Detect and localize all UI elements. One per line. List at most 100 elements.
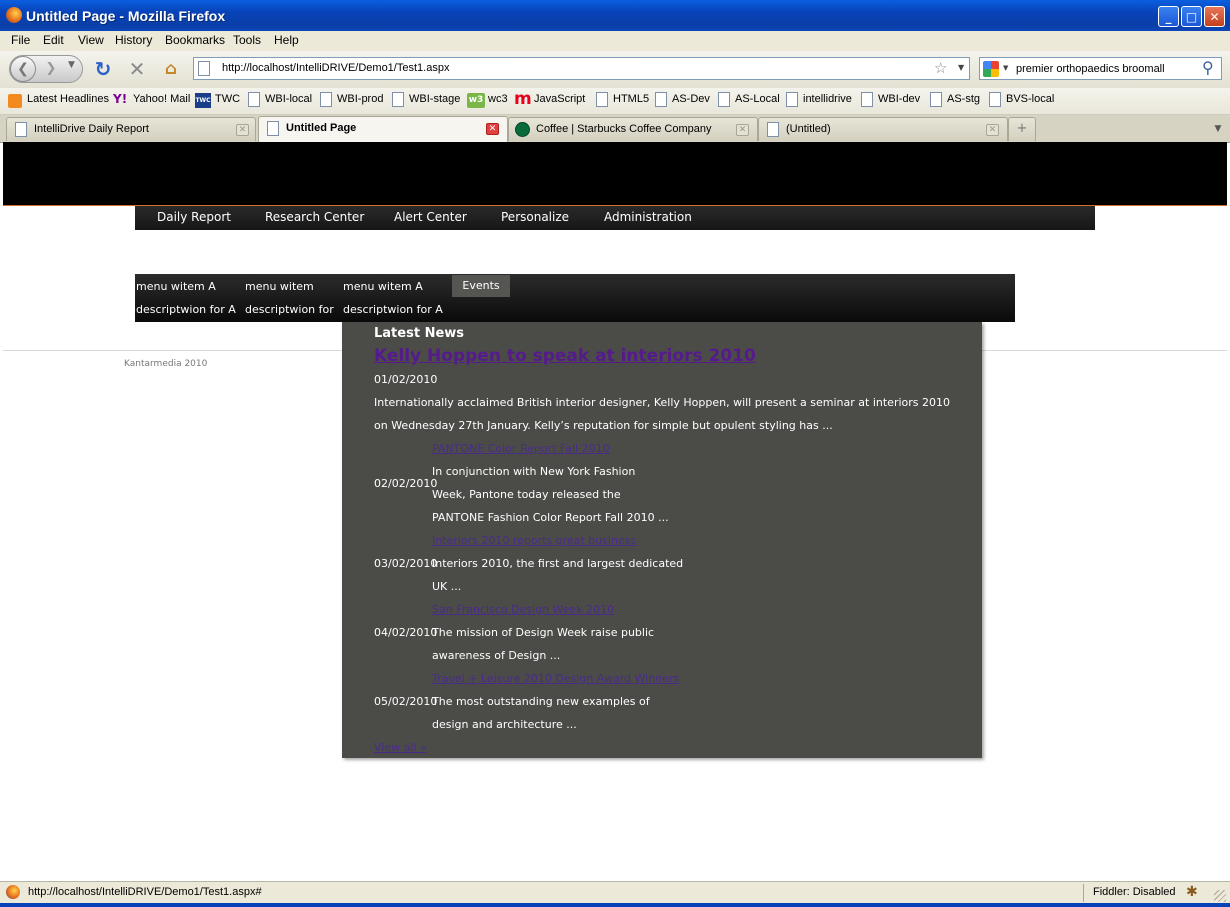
page-icon: [198, 61, 210, 76]
bookmark-html5[interactable]: HTML5: [613, 93, 649, 105]
menu-tools[interactable]: Tools: [233, 33, 261, 47]
minimize-button[interactable]: _: [1158, 6, 1179, 27]
history-dropdown-icon[interactable]: ▼: [68, 60, 75, 70]
news-item-link[interactable]: Travel + Leisure 2010 Design Award Winne…: [432, 672, 679, 685]
bookmarks-toolbar: Latest Headlines Y! Yahoo! Mail TWC TWC …: [0, 88, 1230, 115]
tab-untitled-page[interactable]: Untitled Page ✕: [258, 116, 508, 142]
submenu-description: descriptwion for: [245, 303, 334, 316]
page-icon: [248, 92, 260, 107]
submenu-item-a[interactable]: menu witem A: [136, 280, 216, 293]
news-summary: Internationally acclaimed British interi…: [374, 396, 950, 409]
page-icon: [596, 92, 608, 107]
forward-arrow-icon[interactable]: ❯: [40, 59, 62, 79]
m-logo-icon: m: [514, 89, 532, 109]
window-title: Untitled Page - Mozilla Firefox: [26, 8, 226, 24]
tab-intellidrive-daily-report[interactable]: IntelliDrive Daily Report ✕: [6, 117, 256, 141]
top-navigation: Daily Report Research Center Alert Cente…: [135, 206, 1095, 230]
tab-untitled[interactable]: (Untitled) ✕: [758, 117, 1008, 141]
news-item-text: Week, Pantone today released the: [432, 488, 621, 501]
fiddler-icon[interactable]: ✱: [1186, 884, 1198, 900]
fiddler-status[interactable]: Fiddler: Disabled: [1093, 886, 1176, 898]
news-item-text: In conjunction with New York Fashion: [432, 465, 636, 478]
submenu-description: descriptwion for A: [136, 303, 236, 316]
bookmark-wbi-prod[interactable]: WBI-prod: [337, 93, 383, 105]
page-icon: [767, 122, 779, 137]
news-item-date: 03/02/2010: [374, 557, 438, 570]
tab-starbucks[interactable]: Coffee | Starbucks Coffee Company ✕: [508, 117, 758, 141]
nav-personalize[interactable]: Personalize: [501, 210, 569, 224]
page-icon: [786, 92, 798, 107]
url-input[interactable]: http://localhost/IntelliDRIVE/Demo1/Test…: [222, 62, 449, 74]
bookmark-wc3[interactable]: wc3: [488, 93, 508, 105]
url-bar[interactable]: http://localhost/IntelliDRIVE/Demo1/Test…: [193, 57, 970, 80]
search-input[interactable]: premier orthopaedics broomall: [1016, 63, 1165, 75]
menu-edit[interactable]: Edit: [43, 33, 64, 47]
menu-help[interactable]: Help: [274, 33, 299, 47]
nav-daily-report[interactable]: Daily Report: [157, 210, 231, 224]
bookmark-wbi-dev[interactable]: WBI-dev: [878, 93, 920, 105]
tab-close-icon[interactable]: ✕: [486, 123, 499, 135]
home-icon[interactable]: ⌂: [158, 57, 184, 81]
submenu-item[interactable]: menu witem: [245, 280, 314, 293]
nav-research-center[interactable]: Research Center: [265, 210, 364, 224]
bookmark-as-local[interactable]: AS-Local: [735, 93, 780, 105]
footer-copyright: Kantarmedia 2010: [124, 359, 208, 369]
menu-view[interactable]: View: [78, 33, 104, 47]
window-titlebar[interactable]: Untitled Page - Mozilla Firefox _ □ ✕: [0, 0, 1230, 31]
stop-icon[interactable]: ✕: [124, 57, 150, 81]
bookmark-javascript[interactable]: JavaScript: [534, 93, 585, 105]
reload-icon[interactable]: ↻: [90, 57, 116, 81]
news-headline-link[interactable]: Kelly Hoppen to speak at interiors 2010: [374, 346, 756, 366]
page-icon: [267, 121, 279, 136]
nav-administration[interactable]: Administration: [604, 210, 692, 224]
bookmark-wbi-local[interactable]: WBI-local: [265, 93, 312, 105]
bookmark-as-stg[interactable]: AS-stg: [947, 93, 980, 105]
page-icon: [655, 92, 667, 107]
submenu-events-tab[interactable]: Events: [452, 275, 510, 297]
news-item-text: Interiors 2010, the first and largest de…: [432, 557, 684, 570]
news-item-link[interactable]: San Francisco Design Week 2010: [432, 603, 614, 616]
page-icon: [989, 92, 1001, 107]
bookmark-bvs-local[interactable]: BVS-local: [1006, 93, 1054, 105]
news-item-link[interactable]: Interiors 2010 reports great business: [432, 534, 636, 547]
close-button[interactable]: ✕: [1204, 6, 1225, 27]
tab-close-icon[interactable]: ✕: [236, 124, 249, 136]
menu-file[interactable]: File: [11, 33, 30, 47]
nav-alert-center[interactable]: Alert Center: [394, 210, 467, 224]
yahoo-icon: Y!: [113, 92, 128, 106]
tab-close-icon[interactable]: ✕: [986, 124, 999, 136]
url-dropdown-icon[interactable]: ▼: [958, 63, 964, 72]
firefox-status-icon: [6, 885, 20, 899]
navigation-toolbar: ❮ ❯ ▼ ↻ ✕ ⌂ http://localhost/IntelliDRIV…: [0, 51, 1230, 89]
bookmark-intellidrive[interactable]: intellidrive: [803, 93, 852, 105]
bookmark-twc[interactable]: TWC: [215, 93, 240, 105]
back-arrow-icon[interactable]: ❮: [10, 56, 36, 82]
submenu-item-a-2[interactable]: menu witem A: [343, 280, 423, 293]
menubar: File Edit View History Bookmarks Tools H…: [0, 31, 1230, 51]
maximize-button[interactable]: □: [1181, 6, 1202, 27]
bookmark-star-icon[interactable]: ☆: [934, 59, 947, 77]
menu-bookmarks[interactable]: Bookmarks: [165, 33, 225, 47]
google-engine-icon[interactable]: [983, 61, 999, 77]
search-bar[interactable]: ▼ premier orthopaedics broomall ⚲: [979, 57, 1222, 80]
resize-grip-icon[interactable]: [1214, 890, 1226, 902]
bookmark-as-dev[interactable]: AS-Dev: [672, 93, 710, 105]
sub-menu: menu witem A menu witem menu witem A Eve…: [135, 274, 1015, 322]
bookmark-yahoo-mail[interactable]: Yahoo! Mail: [133, 93, 190, 105]
page-icon: [930, 92, 942, 107]
engine-dropdown-icon[interactable]: ▼: [1003, 64, 1008, 72]
search-icon[interactable]: ⚲: [1202, 58, 1214, 77]
status-bar: http://localhost/IntelliDRIVE/Demo1/Test…: [0, 881, 1230, 904]
news-panel-title: Latest News: [374, 326, 465, 341]
menu-history[interactable]: History: [115, 33, 152, 47]
bookmark-latest-headlines[interactable]: Latest Headlines: [27, 93, 109, 105]
tab-label: IntelliDrive Daily Report: [34, 123, 149, 135]
tab-label: (Untitled): [786, 123, 831, 135]
new-tab-plus-icon[interactable]: +: [1008, 117, 1036, 141]
news-item-link[interactable]: PANTONE Color Report Fall 2010: [432, 442, 610, 455]
tab-label: Untitled Page: [286, 122, 357, 134]
tab-list-dropdown-icon[interactable]: ▼: [1208, 117, 1228, 141]
tab-close-icon[interactable]: ✕: [736, 124, 749, 136]
bookmark-wbi-stage[interactable]: WBI-stage: [409, 93, 460, 105]
view-all-link[interactable]: View all »: [374, 741, 427, 754]
